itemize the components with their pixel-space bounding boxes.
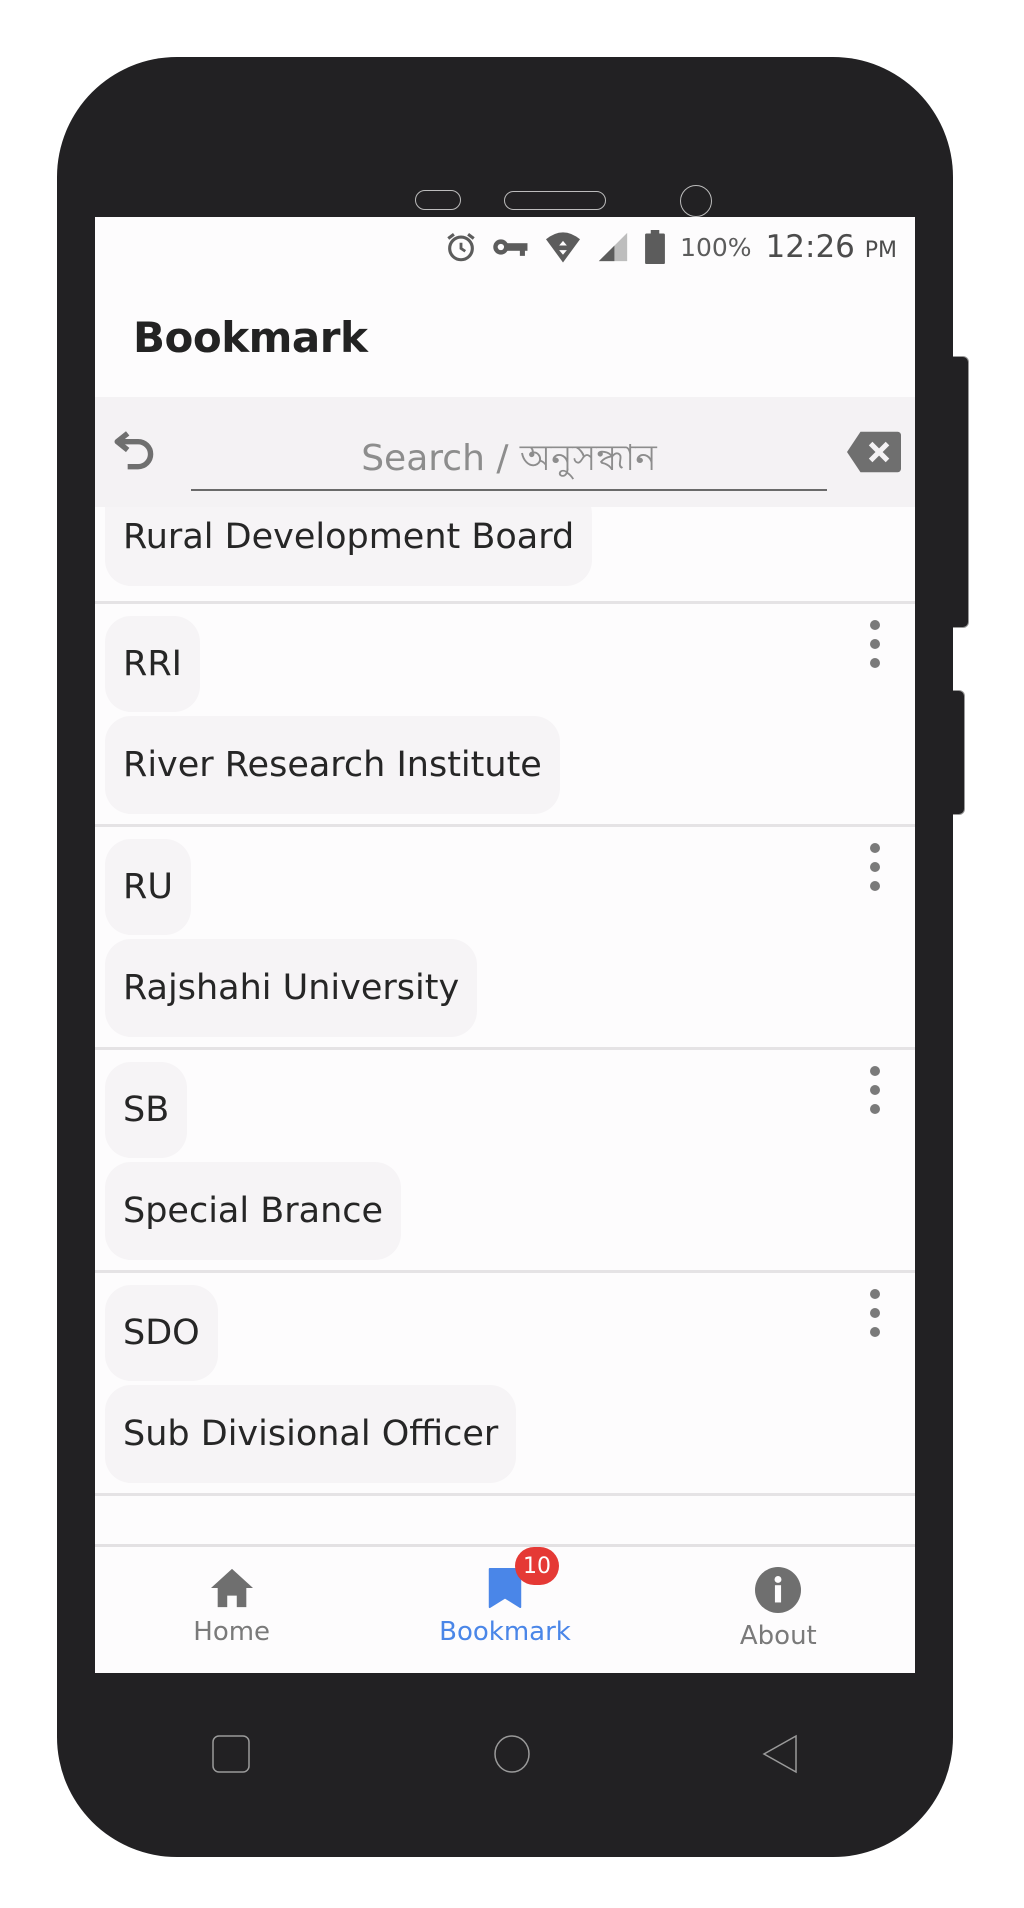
clock-time: 12:26: [765, 229, 855, 265]
list-item[interactable]: RRI River Research Institute: [95, 604, 915, 827]
abbreviation-chip: SB: [105, 1062, 188, 1158]
abbreviation-chip: RU: [105, 839, 191, 935]
full-name-chip: Special Brance: [105, 1162, 402, 1260]
list-item[interactable]: SB Special Brance: [95, 1050, 915, 1273]
sensor: [415, 190, 461, 210]
power-button[interactable]: [953, 690, 965, 815]
abbreviation-chip: RRI: [105, 616, 200, 712]
search-bar: [95, 397, 915, 507]
app-screen: 100% 12:26 PM Bookmark RDB Rural Develop…: [95, 217, 915, 1673]
nav-bookmark[interactable]: 10 Bookmark: [368, 1547, 641, 1673]
cell-signal-icon: [598, 232, 628, 262]
full-name-chip: Sub Divisional Officer: [105, 1385, 517, 1483]
battery-icon: [645, 230, 665, 264]
recent-apps-button[interactable]: [210, 1733, 252, 1775]
nav-label: Home: [193, 1617, 271, 1647]
more-options-icon[interactable]: [863, 620, 887, 668]
nav-home[interactable]: Home: [95, 1547, 368, 1673]
nav-label: Bookmark: [439, 1617, 571, 1647]
home-system-button[interactable]: [492, 1733, 532, 1775]
app-bar: Bookmark: [95, 277, 915, 397]
volume-button[interactable]: [953, 356, 969, 628]
abbreviation-chip: SDO: [105, 1285, 218, 1381]
nav-about[interactable]: About: [642, 1547, 915, 1673]
full-name-chip: Rajshahi University: [105, 939, 478, 1037]
home-icon: [210, 1568, 253, 1608]
front-camera: [680, 185, 712, 217]
page-title: Bookmark: [133, 312, 368, 362]
clear-search-icon[interactable]: [847, 431, 901, 473]
info-icon: [755, 1567, 802, 1613]
battery-percent: 100%: [680, 232, 752, 262]
more-options-icon[interactable]: [863, 843, 887, 891]
list-item[interactable]: RU Rajshahi University: [95, 827, 915, 1050]
clock: 12:26 PM: [766, 229, 897, 265]
bottom-navigation: Home 10 Bookmark About: [95, 1544, 915, 1673]
vpn-key-icon: [493, 239, 528, 256]
alarm-icon: [447, 233, 475, 262]
back-system-button[interactable]: [760, 1733, 800, 1775]
more-options-icon[interactable]: [863, 1289, 887, 1337]
status-bar: 100% 12:26 PM: [95, 217, 915, 277]
undo-back-icon[interactable]: [111, 425, 161, 475]
earpiece-speaker: [504, 191, 606, 210]
bookmark-list[interactable]: RDB Rural Development Board RRI River Re…: [95, 444, 915, 1496]
wifi-icon: [546, 232, 581, 263]
search-input[interactable]: [191, 427, 827, 491]
more-options-icon[interactable]: [863, 1066, 887, 1114]
clock-ampm: PM: [864, 238, 897, 263]
nav-label: About: [739, 1621, 817, 1651]
list-item[interactable]: SDO Sub Divisional Officer: [95, 1273, 915, 1496]
full-name-chip: River Research Institute: [105, 716, 560, 814]
bookmark-count-badge: 10: [514, 1547, 559, 1585]
